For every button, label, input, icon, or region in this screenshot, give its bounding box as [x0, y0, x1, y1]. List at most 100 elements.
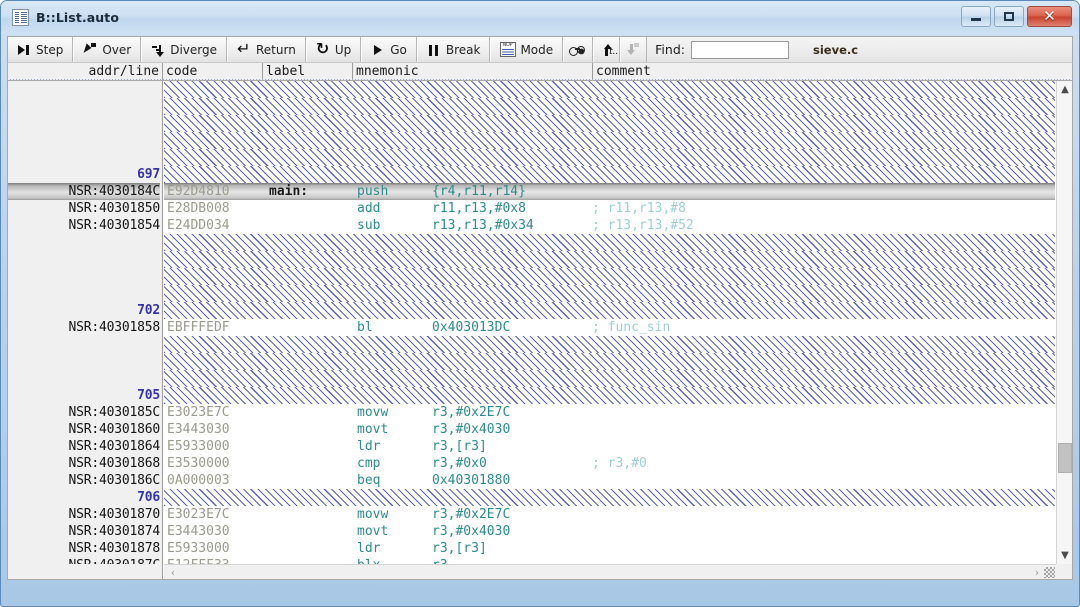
view-source-button[interactable] — [563, 37, 593, 62]
vertical-scrollbar[interactable]: ▲ ▼ — [1056, 81, 1072, 579]
column-header-mnemonic[interactable]: mnemonic — [353, 63, 593, 80]
source-line-row[interactable] — [164, 268, 1055, 285]
mnemonic-text: beq — [357, 472, 380, 489]
code-pane: E92D4810main:push{r4,r11,r14}E28DB008add… — [164, 81, 1055, 564]
operands-text: r3,#0x4030 — [432, 523, 510, 540]
source-line-row[interactable] — [164, 251, 1055, 268]
scroll-down-icon[interactable]: ▼ — [1057, 547, 1073, 564]
operands-text: r11,r13,#0x8 — [432, 200, 526, 217]
column-header-row: addr/line code label mnemonic comment — [7, 62, 1073, 80]
disassembly-row[interactable]: E3443030movtr3,#0x4030 — [164, 421, 1055, 438]
instruction-address[interactable]: NSR:40301874 — [8, 523, 160, 540]
source-line-row[interactable] — [164, 336, 1055, 353]
over-button[interactable]: Over — [73, 37, 141, 62]
up-icon — [316, 43, 331, 57]
scroll-up-icon[interactable]: ▲ — [1057, 81, 1073, 98]
column-header-addr[interactable]: addr/line — [8, 63, 163, 80]
mnemonic-text: sub — [357, 217, 380, 234]
break-button[interactable]: Break — [417, 37, 491, 62]
find-input[interactable] — [691, 41, 789, 59]
disassembly-row[interactable]: E5933000ldrr3,[r3] — [164, 540, 1055, 557]
disassembly-row[interactable]: E92D4810main:push{r4,r11,r14} — [164, 183, 1055, 200]
disassembly-row[interactable]: EBFFFEDF bl 0x403013DC ; func_sin — [164, 319, 1055, 336]
diverge-button[interactable]: Diverge — [141, 37, 227, 62]
step-button-label: Step — [36, 44, 63, 56]
source-line-row[interactable] — [164, 166, 1055, 183]
opcode-bytes: E3023E7C — [167, 404, 230, 421]
comment-text: ; r11,r13,#8 — [592, 200, 686, 217]
source-line-number[interactable]: 706 — [8, 489, 160, 506]
disassembly-row[interactable]: E3023E7Cmovwr3,#0x2E7C — [164, 506, 1055, 523]
source-line-row[interactable] — [164, 234, 1055, 251]
source-line-number[interactable]: 697 — [8, 166, 160, 183]
disassembly-row[interactable]: E28DB008addr11,r13,#0x8; r11,r13,#8 — [164, 200, 1055, 217]
close-button[interactable]: ✕ — [1027, 6, 1072, 27]
disassembly-row[interactable]: E3023E7Cmovwr3,#0x2E7C — [164, 404, 1055, 421]
disassembly-row[interactable]: E3443030movtr3,#0x4030 — [164, 523, 1055, 540]
operands-text: r13,r13,#0x34 — [432, 217, 534, 234]
source-line-row[interactable] — [164, 132, 1055, 149]
source-line-row[interactable] — [164, 81, 1055, 98]
instruction-address[interactable]: NSR:40301858 — [8, 319, 160, 336]
scroll-left-icon[interactable]: ‹ — [166, 565, 180, 579]
source-line-row[interactable] — [164, 489, 1055, 506]
break-button-label: Break — [446, 44, 481, 56]
instruction-address[interactable]: NSR:4030185C — [8, 404, 160, 421]
resize-grip-icon[interactable] — [1044, 567, 1055, 578]
source-line-row[interactable] — [164, 115, 1055, 132]
instruction-address[interactable]: NSR:40301868 — [8, 455, 160, 472]
up-button[interactable]: Up — [306, 37, 361, 62]
source-line-row[interactable] — [164, 285, 1055, 302]
opcode-bytes: EBFFFEDF — [167, 319, 230, 336]
operands-text: {r4,r11,r14} — [432, 183, 526, 200]
instruction-address[interactable]: NSR:4030187C — [8, 557, 160, 564]
goto-up-dots: t.. — [609, 48, 618, 57]
instruction-address[interactable]: NSR:4030184C — [8, 183, 160, 200]
maximize-button[interactable] — [994, 6, 1024, 27]
operands-text: 0x403013DC — [432, 319, 510, 336]
instruction-address[interactable]: NSR:40301860 — [8, 421, 160, 438]
source-line-row[interactable] — [164, 302, 1055, 319]
source-line-row[interactable] — [164, 149, 1055, 166]
source-line-row[interactable] — [164, 387, 1055, 404]
operands-text: r3,[r3] — [432, 540, 487, 557]
mnemonic-text: bl — [357, 319, 373, 336]
disassembly-row[interactable]: E24DD034subr13,r13,#0x34; r13,r13,#52 — [164, 217, 1055, 234]
opcode-bytes: E5933000 — [167, 438, 230, 455]
instruction-address[interactable]: NSR:40301854 — [8, 217, 160, 234]
horizontal-scrollbar[interactable]: ‹ › — [164, 564, 1056, 579]
column-header-label[interactable]: label — [263, 63, 353, 80]
disassembly-row[interactable]: E3530000cmpr3,#0x0; r3,#0 — [164, 455, 1055, 472]
disassembly-row[interactable]: E5933000ldrr3,[r3] — [164, 438, 1055, 455]
instruction-address[interactable]: NSR:40301850 — [8, 200, 160, 217]
vertical-scrollbar-thumb[interactable] — [1058, 443, 1072, 473]
disassembly-row[interactable]: 0A000003beq0x40301880 — [164, 472, 1055, 489]
source-line-number[interactable]: 702 — [8, 302, 160, 319]
comment-text: ; func_sin — [592, 319, 670, 336]
source-line-row[interactable] — [164, 98, 1055, 115]
instruction-address[interactable]: NSR:40301864 — [8, 438, 160, 455]
window-title: B::List.auto — [36, 10, 119, 25]
title-bar[interactable]: B::List.auto ✕ — [1, 1, 1079, 34]
source-line-number[interactable]: 705 — [8, 387, 160, 404]
operands-text: r3,#0x2E7C — [432, 506, 510, 523]
instruction-address[interactable]: NSR:40301870 — [8, 506, 160, 523]
step-button[interactable]: Step — [8, 37, 73, 62]
mode-button[interactable]: Mode — [490, 37, 563, 62]
source-line-row[interactable] — [164, 370, 1055, 387]
instruction-address[interactable]: NSR:4030186C — [8, 472, 160, 489]
disassembly-row[interactable]: E12FFF33blxr3 — [164, 557, 1055, 564]
minimize-button[interactable] — [961, 6, 991, 27]
column-header-code[interactable]: code — [163, 63, 263, 80]
column-header-comment[interactable]: comment — [593, 63, 1072, 80]
scroll-right-icon[interactable]: › — [1030, 565, 1044, 579]
go-button[interactable]: Go — [361, 37, 417, 62]
opcode-bytes: E3443030 — [167, 421, 230, 438]
instruction-address[interactable]: NSR:40301878 — [8, 540, 160, 557]
goto-up-button[interactable]: t.. — [593, 37, 620, 62]
source-line-row[interactable] — [164, 353, 1055, 370]
opcode-bytes: E3530000 — [167, 455, 230, 472]
return-button[interactable]: Return — [227, 37, 306, 62]
comment-text: ; r3,#0 — [592, 455, 647, 472]
mnemonic-text: movt — [357, 421, 388, 438]
